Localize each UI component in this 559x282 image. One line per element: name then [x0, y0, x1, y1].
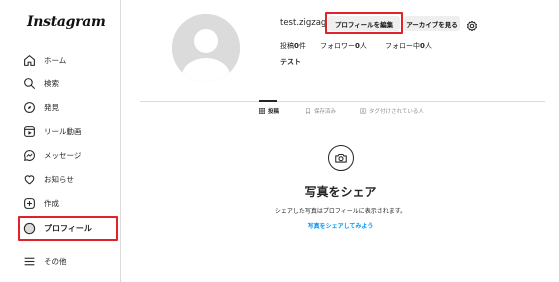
- tag-icon: [360, 108, 366, 114]
- sidebar-item-search[interactable]: 検索: [22, 73, 117, 93]
- sidebar-item-label: 作成: [44, 198, 59, 208]
- instagram-logo[interactable]: Instagram: [27, 14, 106, 30]
- profile-username: test.zigzag: [280, 18, 327, 28]
- sidebar-item-notifications[interactable]: お知らせ: [22, 169, 117, 189]
- tab-tagged[interactable]: タグ付けされている人: [360, 107, 424, 115]
- highlight-box-edit-profile: [325, 12, 403, 34]
- sidebar-item-home[interactable]: ホーム: [22, 50, 117, 70]
- followers-count[interactable]: フォロワー0人: [320, 41, 367, 51]
- search-icon: [22, 76, 36, 90]
- compass-icon: [22, 100, 36, 114]
- grid-icon: [259, 108, 265, 114]
- following-count[interactable]: フォロー中0人: [385, 41, 432, 51]
- sidebar-item-label: お知らせ: [44, 174, 74, 184]
- posts-count: 投稿0件: [280, 42, 306, 50]
- view-archive-button[interactable]: アーカイブを見る: [404, 16, 460, 31]
- tab-posts[interactable]: 投稿: [259, 107, 279, 115]
- sidebar-item-label: メッセージ: [44, 150, 82, 160]
- sidebar-item-label: 発見: [44, 102, 59, 112]
- tab-divider: [140, 101, 545, 102]
- sidebar-item-label: リール動画: [44, 126, 82, 136]
- reels-icon: [22, 124, 36, 138]
- plus-square-icon: [22, 196, 36, 210]
- menu-icon: [22, 254, 36, 268]
- sidebar-item-label: 検索: [44, 78, 59, 88]
- messenger-icon: [22, 148, 36, 162]
- empty-state-title: 写真をシェア: [304, 185, 377, 199]
- sidebar-item-more[interactable]: その他: [22, 251, 117, 271]
- tab-active-indicator: [259, 100, 277, 102]
- sidebar-item-messages[interactable]: メッセージ: [22, 145, 117, 165]
- sidebar-item-reels[interactable]: リール動画: [22, 121, 117, 141]
- profile-display-name: テスト: [280, 58, 301, 66]
- empty-state-subtitle: シェアした写真はプロフィールに表示されます。: [274, 208, 407, 215]
- tab-saved[interactable]: 保存済み: [305, 107, 336, 115]
- camera-icon: [328, 145, 354, 171]
- gear-icon[interactable]: [466, 17, 478, 32]
- bookmark-icon: [305, 108, 311, 114]
- highlight-box-profile: [18, 216, 118, 241]
- heart-icon: [22, 172, 36, 186]
- sidebar-item-label: ホーム: [44, 55, 67, 65]
- sidebar-item-explore[interactable]: 発見: [22, 97, 117, 117]
- sidebar-item-label: その他: [44, 256, 67, 266]
- home-icon: [22, 53, 36, 67]
- share-photo-link[interactable]: 写真をシェアしてみよう: [180, 221, 501, 230]
- sidebar-item-create[interactable]: 作成: [22, 193, 117, 213]
- avatar[interactable]: [172, 14, 240, 82]
